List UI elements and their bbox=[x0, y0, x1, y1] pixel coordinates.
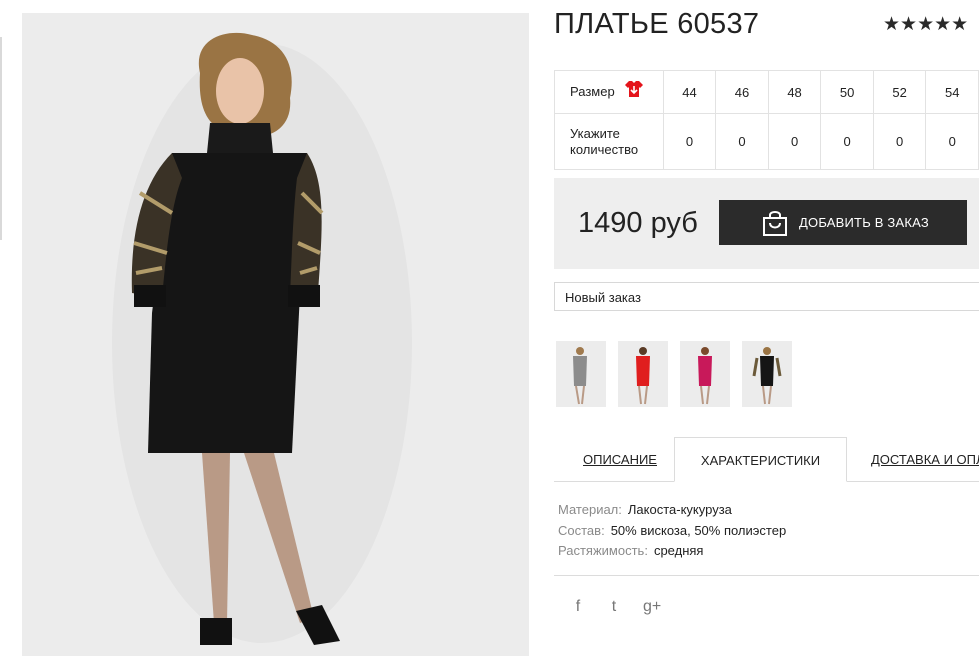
thumbnail-magenta[interactable] bbox=[680, 341, 730, 407]
size-cell: 48 bbox=[767, 70, 822, 114]
size-label-cell: Размер bbox=[554, 70, 664, 114]
size-cell: 54 bbox=[925, 70, 979, 114]
size-cell: 52 bbox=[872, 70, 927, 114]
spec-row: Материал: Лакоста-кукуруза bbox=[558, 500, 786, 521]
page-edge-divider bbox=[0, 37, 2, 240]
product-title: ПЛАТЬЕ 60537 bbox=[554, 8, 760, 40]
spec-value: Лакоста-кукуруза bbox=[627, 502, 732, 517]
add-to-order-button[interactable]: ДОБАВИТЬ В ЗАКАЗ bbox=[719, 200, 967, 245]
quantity-input[interactable]: 0 bbox=[925, 113, 979, 170]
social-share: f t g+ bbox=[571, 598, 661, 616]
buy-box: 1490 руб ДОБАВИТЬ В ЗАКАЗ bbox=[554, 178, 979, 269]
tab-characteristics[interactable]: ХАРАКТЕРИСТИКИ bbox=[674, 437, 847, 482]
size-row: Размер 44 46 48 50 52 54 bbox=[554, 70, 979, 114]
spec-row: Состав: 50% вискоза, 50% полиэстер bbox=[558, 521, 786, 542]
order-select[interactable]: Новый заказ bbox=[554, 282, 979, 311]
size-cell: 44 bbox=[662, 70, 717, 114]
divider bbox=[554, 575, 979, 576]
spec-key: Состав: bbox=[558, 522, 605, 538]
quantity-input[interactable]: 0 bbox=[715, 113, 769, 170]
main-product-photo[interactable] bbox=[22, 13, 529, 656]
twitter-icon[interactable]: t bbox=[607, 598, 621, 616]
thumbnail-red[interactable] bbox=[618, 341, 668, 407]
quantity-input[interactable]: 0 bbox=[872, 113, 927, 170]
thumbnail-grey[interactable] bbox=[556, 341, 606, 407]
quantity-input[interactable]: 0 bbox=[767, 113, 822, 170]
tab-delivery[interactable]: ДОСТАВКА И ОПЛАТА bbox=[871, 437, 979, 482]
price: 1490 руб bbox=[578, 207, 698, 239]
spec-key: Растяжимость: bbox=[558, 543, 648, 558]
googleplus-icon[interactable]: g+ bbox=[643, 598, 661, 616]
quantity-input[interactable]: 0 bbox=[820, 113, 874, 170]
facebook-icon[interactable]: f bbox=[571, 598, 585, 616]
size-cell: 46 bbox=[715, 70, 769, 114]
spec-key: Материал: bbox=[558, 502, 622, 517]
spec-value: 50% вискоза, 50% полиэстер bbox=[610, 522, 787, 538]
shopping-bag-icon bbox=[761, 209, 789, 240]
add-to-order-label: ДОБАВИТЬ В ЗАКАЗ bbox=[799, 215, 929, 230]
tab-description[interactable]: ОПИСАНИЕ bbox=[583, 437, 657, 482]
size-label: Размер bbox=[570, 83, 615, 99]
specs-list: Материал: Лакоста-кукуруза Состав: 50% вис… bbox=[558, 500, 786, 562]
spec-value: средняя bbox=[653, 543, 704, 558]
rating-stars[interactable]: ★★★★★ bbox=[883, 13, 968, 36]
quantity-label: Укажите количество bbox=[554, 113, 664, 170]
size-quantity-table: Размер 44 46 48 50 52 54 Укажите количес… bbox=[554, 70, 979, 170]
color-thumbnails bbox=[556, 341, 792, 407]
size-cell: 50 bbox=[820, 70, 874, 114]
quantity-row: Укажите количество 0 0 0 0 0 0 bbox=[554, 113, 979, 170]
product-tabs: ОПИСАНИЕ ХАРАКТЕРИСТИКИ ДОСТАВКА И ОПЛАТ… bbox=[554, 437, 979, 482]
spec-row: Растяжимость: средняя bbox=[558, 541, 786, 562]
thumbnail-black[interactable] bbox=[742, 341, 792, 407]
quantity-input[interactable]: 0 bbox=[662, 113, 717, 170]
size-chart-icon[interactable] bbox=[624, 80, 644, 102]
